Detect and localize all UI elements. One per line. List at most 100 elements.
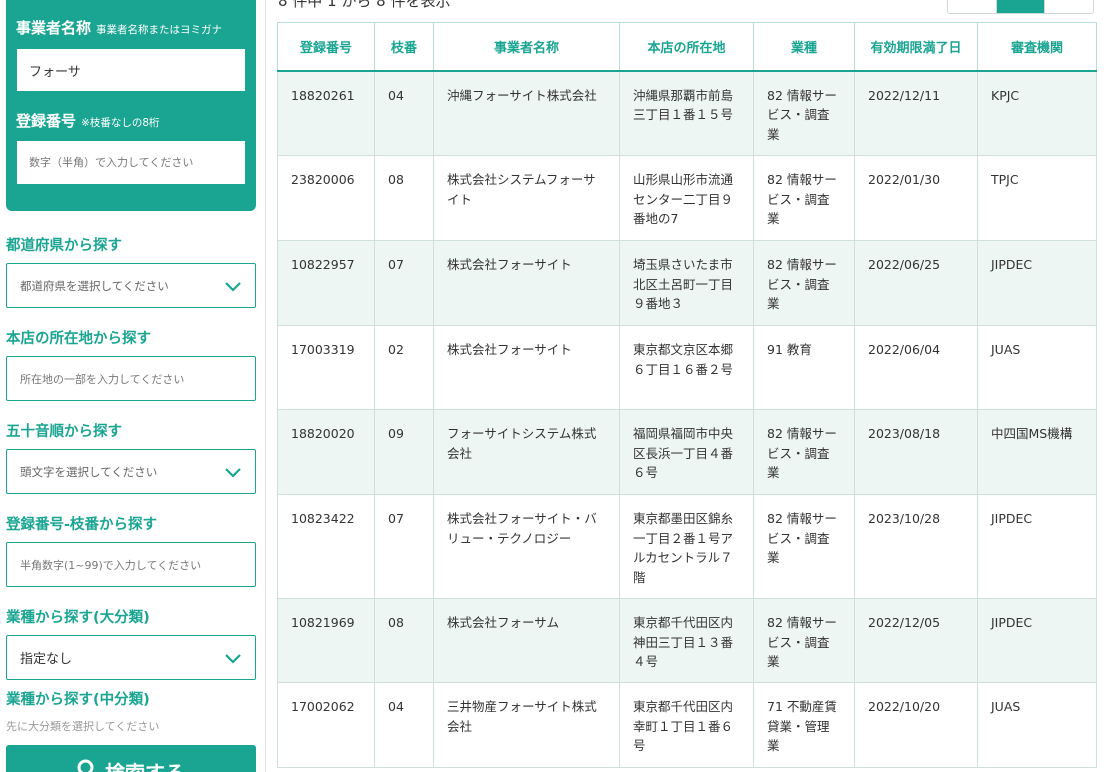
- registration-number-label: 登録番号 ※枝番なしの8桁: [16, 112, 160, 130]
- table-cell: 10821969: [277, 598, 375, 683]
- table-cell: 2023/10/28: [854, 494, 978, 599]
- table-cell: TPJC: [977, 155, 1097, 241]
- table-row[interactable]: 18820020 09 フォーサイトシステム株式会社 福岡県福岡市中央区長浜一丁…: [277, 409, 1097, 495]
- table-cell: 中四国MS機構: [977, 409, 1097, 495]
- table-row[interactable]: 17002062 04 三井物産フォーサイト株式会社 東京都千代田区内幸町１丁目…: [277, 682, 1097, 768]
- kana-heading: 五十音順から探す: [6, 424, 122, 440]
- table-cell: 04: [374, 682, 434, 768]
- table-cell: 沖縄フォーサイト株式会社: [433, 70, 620, 156]
- industry-major-select-value: 指定なし: [20, 652, 73, 667]
- table-row[interactable]: 10823422 07 株式会社フォーサイト・バリュー・テクノロジー 東京都墨田…: [277, 494, 1097, 599]
- column-header[interactable]: 審査機関: [977, 22, 1097, 72]
- table-cell: 10823422: [277, 494, 375, 599]
- registration-number-input[interactable]: [17, 141, 245, 184]
- results-table-wrapper: 登録番号 枝番 事業者名称 本店の所在地 業種 有効期限満了日 審査機関 188…: [277, 22, 1097, 768]
- prefecture-select[interactable]: 都道府県を選択してください: [6, 263, 256, 308]
- table-cell: 山形県山形市流通センター二丁目９番地の7: [619, 155, 754, 241]
- pagination-prev[interactable]: [948, 0, 997, 13]
- chevron-down-icon: [225, 653, 241, 664]
- table-cell: 10822957: [277, 240, 375, 326]
- table-header-row: 登録番号 枝番 事業者名称 本店の所在地 業種 有効期限満了日 審査機関: [277, 22, 1097, 72]
- table-cell: 17002062: [277, 682, 375, 768]
- table-cell: 2022/10/20: [854, 682, 978, 768]
- table-cell: 17003319: [277, 325, 375, 410]
- table-cell: 09: [374, 409, 434, 495]
- table-cell: 2022/01/30: [854, 155, 978, 241]
- column-header[interactable]: 登録番号: [277, 22, 375, 72]
- industry-mid-hint: 先に大分類を選択してください: [6, 720, 160, 733]
- table-cell: 2023/08/18: [854, 409, 978, 495]
- search-sidebar: 事業者名称事業者名称またはヨミガナ 登録番号※枝番なしの8桁 都道府県から探す …: [0, 0, 266, 772]
- table-cell: 82 情報サービス・調査業: [753, 494, 855, 599]
- table-cell: 07: [374, 240, 434, 326]
- kana-select[interactable]: 頭文字を選択してください: [6, 449, 256, 494]
- table-row[interactable]: 10822957 07 株式会社フォーサイト 埼玉県さいたま市北区土呂町一丁目９…: [277, 240, 1097, 326]
- table-cell: 沖縄県那覇市前島三丁目１番１５号: [619, 70, 754, 156]
- table-cell: JUAS: [977, 682, 1097, 768]
- result-count: 8 件中 1 から 8 件を表示: [278, 0, 451, 10]
- table-row[interactable]: 18820261 04 沖縄フォーサイト株式会社 沖縄県那覇市前島三丁目１番１５…: [277, 70, 1097, 156]
- table-cell: 08: [374, 598, 434, 683]
- keyword-search-box: 事業者名称事業者名称またはヨミガナ 登録番号※枝番なしの8桁: [6, 0, 256, 211]
- chevron-down-icon: [225, 281, 241, 292]
- table-cell: 株式会社フォーサム: [433, 598, 620, 683]
- column-header[interactable]: 事業者名称: [433, 22, 620, 72]
- kana-select-value: 頭文字を選択してください: [20, 464, 158, 479]
- pagination-page-current[interactable]: [996, 0, 1046, 13]
- column-header[interactable]: 本店の所在地: [619, 22, 754, 72]
- table-cell: JIPDEC: [977, 494, 1097, 599]
- table-cell: 株式会社フォーサイト: [433, 325, 620, 410]
- industry-major-heading: 業種から探す(大分類): [6, 610, 150, 626]
- industry-major-select[interactable]: 指定なし: [6, 635, 256, 680]
- table-cell: 02: [374, 325, 434, 410]
- table-cell: 三井物産フォーサイト株式会社: [433, 682, 620, 768]
- table-cell: 82 情報サービス・調査業: [753, 598, 855, 683]
- prefecture-heading: 都道府県から探す: [6, 238, 122, 254]
- table-row[interactable]: 23820006 08 株式会社システムフォーサイト 山形県山形市流通センター二…: [277, 155, 1097, 241]
- industry-mid-heading: 業種から探す(中分類): [6, 692, 150, 708]
- table-cell: 07: [374, 494, 434, 599]
- column-header[interactable]: 有効期限満了日: [854, 22, 978, 72]
- address-heading: 本店の所在地から探す: [6, 331, 151, 347]
- search-button-label: 検索する: [105, 757, 185, 772]
- table-cell: 株式会社フォーサイト・バリュー・テクノロジー: [433, 494, 620, 599]
- company-name-sublabel: 事業者名称またはヨミガナ: [96, 24, 223, 36]
- table-cell: 東京都千代田区内神田三丁目１３番４号: [619, 598, 754, 683]
- table-cell: 2022/12/05: [854, 598, 978, 683]
- table-cell: 71 不動産賃貸業・管理業: [753, 682, 855, 768]
- company-name-input[interactable]: [17, 49, 245, 91]
- column-header[interactable]: 業種: [753, 22, 855, 72]
- branch-number-heading: 登録番号-枝番から探す: [6, 517, 158, 533]
- table-cell: 82 情報サービス・調査業: [753, 240, 855, 326]
- table-row[interactable]: 17003319 02 株式会社フォーサイト 東京都文京区本郷６丁目１６番２号 …: [277, 325, 1097, 410]
- prefecture-select-value: 都道府県を選択してください: [20, 278, 169, 293]
- company-name-label: 事業者名称 事業者名称またはヨミガナ: [16, 19, 223, 37]
- table-cell: 東京都文京区本郷６丁目１６番２号: [619, 325, 754, 410]
- table-cell: 04: [374, 70, 434, 156]
- registration-number-sublabel: ※枝番なしの8桁: [81, 117, 160, 129]
- table-cell: JUAS: [977, 325, 1097, 410]
- table-cell: 2022/06/04: [854, 325, 978, 410]
- table-cell: 82 情報サービス・調査業: [753, 70, 855, 156]
- results-table: 登録番号 枝番 事業者名称 本店の所在地 業種 有効期限満了日 審査機関 188…: [277, 22, 1097, 768]
- chevron-down-icon: [225, 467, 241, 478]
- table-cell: 東京都墨田区錦糸一丁目２番１号アルカセントラル７階: [619, 494, 754, 599]
- table-cell: 2022/06/25: [854, 240, 978, 326]
- table-cell: 東京都千代田区内幸町１丁目１番６号: [619, 682, 754, 768]
- search-button[interactable]: 検索する: [6, 745, 256, 772]
- table-cell: 18820261: [277, 70, 375, 156]
- pagination-next[interactable]: [1045, 0, 1093, 13]
- table-cell: 株式会社システムフォーサイト: [433, 155, 620, 241]
- table-cell: 2022/12/11: [854, 70, 978, 156]
- table-cell: 23820006: [277, 155, 375, 241]
- table-cell: 株式会社フォーサイト: [433, 240, 620, 326]
- table-cell: 福岡県福岡市中央区長浜一丁目４番６号: [619, 409, 754, 495]
- table-cell: 82 情報サービス・調査業: [753, 155, 855, 241]
- column-header[interactable]: 枝番: [374, 22, 434, 72]
- address-input[interactable]: [6, 356, 256, 401]
- table-cell: KPJC: [977, 70, 1097, 156]
- pagination: [947, 0, 1094, 14]
- table-row[interactable]: 10821969 08 株式会社フォーサム 東京都千代田区内神田三丁目１３番４号…: [277, 598, 1097, 683]
- search-icon: [77, 759, 94, 772]
- branch-number-input[interactable]: [6, 542, 256, 587]
